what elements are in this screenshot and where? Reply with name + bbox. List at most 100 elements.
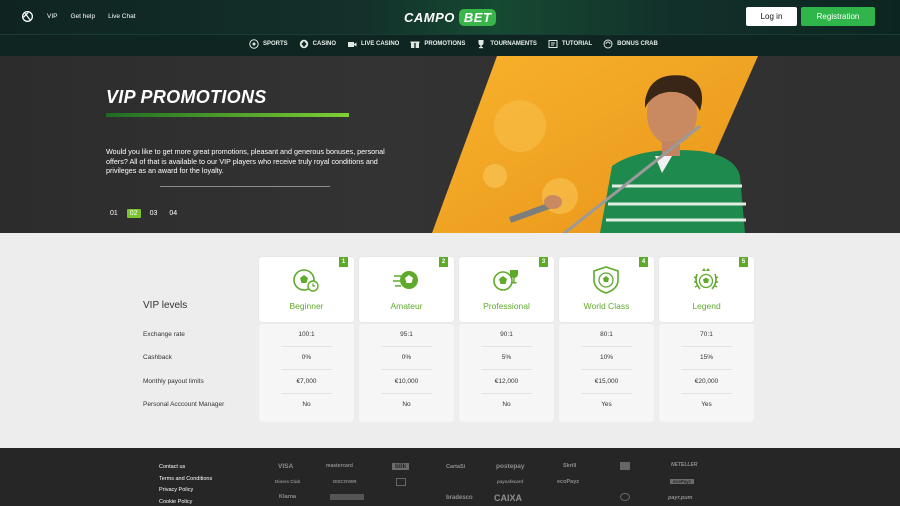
footer-link-terms[interactable]: Terms and Conditions <box>159 474 212 486</box>
payment-logo-visa: VISA <box>278 463 294 470</box>
level-name: Legend <box>692 301 721 311</box>
row-divider <box>681 369 732 370</box>
payment-logo-row-placeholder <box>330 494 364 500</box>
pager-item-04[interactable]: 04 <box>166 209 180 218</box>
soccer-ball-flying-icon <box>393 271 418 289</box>
nav-item-tournaments[interactable]: TOURNAMENTS <box>476 39 537 49</box>
vip-card-legend: 5 Legend <box>659 257 754 322</box>
login-button[interactable]: Log in <box>746 7 797 26</box>
nav-item-promotions[interactable]: PROMOTIONS <box>410 39 465 49</box>
vip-card-professional-values: 90:1 5% €12,000 No <box>459 324 554 422</box>
nav-item-label: CASINO <box>312 41 337 47</box>
value-account-manager: Yes <box>701 401 712 408</box>
vip-card-professional: 3 Professional <box>459 257 554 322</box>
vip-card-amateur-values: 95:1 0% €10,000 No <box>359 324 454 422</box>
footer-link-privacy[interactable]: Privacy Policy <box>159 485 212 497</box>
gift-icon <box>410 41 420 48</box>
top-link-vip[interactable]: VIP <box>47 13 57 20</box>
payment-logo-paysafecard: paysafecard <box>497 479 524 484</box>
row-divider <box>481 369 532 370</box>
value-payout-limit: €20,000 <box>694 378 719 385</box>
row-divider <box>581 346 632 347</box>
hero-pager: 01 02 03 04 <box>107 209 180 218</box>
row-label-cashback: Cashback <box>143 354 172 361</box>
row-divider <box>281 393 332 394</box>
soccer-ball-shield-icon <box>593 266 619 294</box>
footer-link-cookie[interactable]: Cookie Policy <box>159 497 212 506</box>
row-divider <box>681 393 732 394</box>
pager-item-03[interactable]: 03 <box>147 209 161 218</box>
bonus-crab-icon <box>603 39 613 49</box>
payment-logo-placeholder-4 <box>620 493 630 501</box>
footer-link-contact[interactable]: Contact us <box>159 462 212 474</box>
tutorial-icon <box>548 40 558 48</box>
top-link-live-chat[interactable]: Live Chat <box>108 13 135 20</box>
footer: Contact us Terms and Conditions Privacy … <box>0 448 900 506</box>
row-divider <box>381 369 432 370</box>
payment-logo-caixa: CAIXA <box>494 493 523 503</box>
value-payout-limit: €10,000 <box>394 378 419 385</box>
top-links: VIP Get help Live Chat <box>47 13 136 20</box>
pager-item-01[interactable]: 01 <box>107 209 121 218</box>
payment-logo-skrill: Skrill <box>563 463 577 469</box>
vip-card-world-class: 4 World Class <box>559 257 654 322</box>
trophy-icon <box>478 40 484 49</box>
nav-item-bonus-crab[interactable]: BONUS CRAB <box>603 39 658 49</box>
nav-item-label: SPORTS <box>263 41 288 47</box>
value-payout-limit: €15,000 <box>594 378 619 385</box>
hero-divider <box>160 186 330 187</box>
pager-item-02[interactable]: 02 <box>126 209 141 218</box>
row-divider <box>381 393 432 394</box>
nav-item-sports[interactable]: SPORTS <box>249 39 288 49</box>
value-exchange-rate: 80:1 <box>600 331 613 338</box>
vip-card-beginner: 1 Beginner <box>259 257 354 322</box>
value-exchange-rate: 70:1 <box>700 331 713 338</box>
level-name: Beginner <box>289 301 324 311</box>
row-divider <box>681 346 732 347</box>
nav-item-casino[interactable]: CASINO <box>299 39 336 49</box>
row-divider <box>581 369 632 370</box>
vip-card-beginner-values: 100:1 0% €7,000 No <box>259 324 354 422</box>
level-name: Amateur <box>390 301 423 311</box>
payment-logo-paypum: payr.pum <box>668 495 693 501</box>
nav-item-label: BONUS CRAB <box>617 41 658 47</box>
vip-levels-title: VIP levels <box>143 300 188 311</box>
payment-logo-ecopayz: ecoPayz <box>557 479 580 485</box>
payment-logo-discover: DISCOVER <box>333 479 357 484</box>
row-divider <box>281 346 332 347</box>
live-casino-icon <box>348 42 357 47</box>
value-cashback: 15% <box>699 354 713 361</box>
hero-title: VIP PROMOTIONS <box>106 87 267 107</box>
row-divider <box>581 393 632 394</box>
nav-item-label: PROMOTIONS <box>424 41 466 47</box>
nav-item-tutorial[interactable]: TUTORIAL <box>548 39 592 49</box>
value-account-manager: No <box>302 401 311 408</box>
chip-icon <box>299 39 308 49</box>
main-nav: SPORTS CASINO LIVE CASINO PROMOTIONS TOU… <box>249 39 669 49</box>
payment-logo-placeholder-2 <box>396 478 406 486</box>
value-account-manager: Yes <box>601 401 612 408</box>
row-label-exchange-rate: Exchange rate <box>143 331 185 338</box>
hero-banner: VIP PROMOTIONS Would you like to get mor… <box>0 56 900 233</box>
top-link-get-help[interactable]: Get help <box>70 13 95 20</box>
hero-title-underline <box>106 113 349 117</box>
nav-item-live-casino[interactable]: LIVE CASINO <box>347 39 399 49</box>
row-divider <box>481 346 532 347</box>
value-exchange-rate: 95:1 <box>400 331 413 338</box>
nav-item-label: LIVE CASINO <box>361 41 400 47</box>
payment-logo-diners: Diners Club <box>275 479 301 484</box>
level-name: World Class <box>583 301 630 311</box>
payment-logo-klarna: Klarna <box>279 494 297 500</box>
footer-links: Contact us Terms and Conditions Privacy … <box>159 462 212 506</box>
value-cashback: 5% <box>501 354 512 361</box>
soccer-ball-icon <box>249 39 259 49</box>
value-account-manager: No <box>502 401 511 408</box>
site-logo[interactable]: CAMPO BET <box>404 7 497 27</box>
vip-card-legend-values: 70:1 15% €20,000 Yes <box>659 324 754 422</box>
soccer-ball-laurel-icon <box>693 268 719 290</box>
payment-logo-postepay: postepay <box>496 463 525 470</box>
row-label-payout-limits: Monthly payout limits <box>143 378 204 385</box>
registration-button[interactable]: Registration <box>801 7 875 26</box>
logo-mark-icon[interactable] <box>21 10 34 23</box>
value-account-manager: No <box>402 401 411 408</box>
